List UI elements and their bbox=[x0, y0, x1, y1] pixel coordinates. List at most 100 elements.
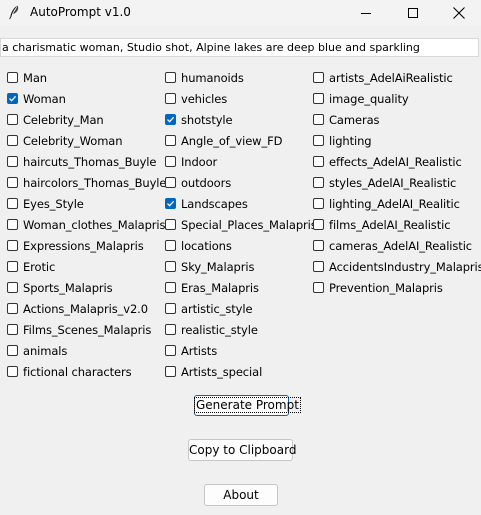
checkbox-row[interactable]: styles_AdelAI_Realistic bbox=[313, 172, 481, 193]
checkbox[interactable] bbox=[165, 345, 176, 356]
checkbox-label: cameras_AdelAI_Realistic bbox=[329, 238, 473, 253]
checkbox-row[interactable]: Actions_Malapris_v2.0 bbox=[7, 298, 166, 319]
checkbox-label: Man bbox=[23, 70, 47, 85]
checkbox-row[interactable]: AccidentsIndustry_Malapris bbox=[313, 256, 481, 277]
checkbox[interactable] bbox=[165, 303, 176, 314]
generate-prompt-label: Generate Prompt bbox=[194, 397, 301, 413]
checkbox-row[interactable]: Special_Places_Malapris bbox=[165, 214, 317, 235]
checkbox[interactable] bbox=[313, 240, 324, 251]
checkbox-row[interactable]: outdoors bbox=[165, 172, 317, 193]
checkbox-row[interactable]: Indoor bbox=[165, 151, 317, 172]
checkbox[interactable] bbox=[165, 219, 176, 230]
close-button[interactable] bbox=[436, 0, 481, 26]
checkbox-label: Cameras bbox=[329, 112, 380, 127]
checkbox-row[interactable]: effects_AdelAI_Realistic bbox=[313, 151, 481, 172]
checkbox-row[interactable]: Sports_Malapris bbox=[7, 277, 166, 298]
checkbox-row[interactable]: realistic_style bbox=[165, 319, 317, 340]
checkbox[interactable] bbox=[313, 177, 324, 188]
checkbox[interactable] bbox=[7, 240, 18, 251]
checkbox[interactable] bbox=[313, 114, 324, 125]
checkbox[interactable] bbox=[165, 93, 176, 104]
checkbox-row[interactable]: Man bbox=[7, 67, 166, 88]
checkbox[interactable] bbox=[165, 72, 176, 83]
maximize-icon bbox=[408, 8, 418, 18]
checkbox-row[interactable]: Celebrity_Woman bbox=[7, 130, 166, 151]
checkbox-row[interactable]: image_quality bbox=[313, 88, 481, 109]
checkbox[interactable] bbox=[165, 261, 176, 272]
checkbox-row[interactable]: lighting bbox=[313, 130, 481, 151]
checkbox[interactable] bbox=[165, 282, 176, 293]
checkbox[interactable] bbox=[313, 261, 324, 272]
checkbox[interactable] bbox=[313, 219, 324, 230]
checkbox[interactable] bbox=[165, 156, 176, 167]
checkbox[interactable] bbox=[313, 156, 324, 167]
checkbox[interactable] bbox=[7, 303, 18, 314]
checkbox-row[interactable]: Artists_special bbox=[165, 361, 317, 382]
checkbox[interactable] bbox=[165, 114, 176, 125]
checkbox-label: fictional characters bbox=[23, 364, 132, 379]
checkbox-row[interactable]: Films_Scenes_Malapris bbox=[7, 319, 166, 340]
checkbox[interactable] bbox=[7, 366, 18, 377]
checkbox-row[interactable]: vehicles bbox=[165, 88, 317, 109]
checkbox-row[interactable]: locations bbox=[165, 235, 317, 256]
checkbox-row[interactable]: Artists bbox=[165, 340, 317, 361]
checkbox[interactable] bbox=[7, 93, 18, 104]
checkbox[interactable] bbox=[7, 261, 18, 272]
checkbox-row[interactable]: lighting_AdelAI_Realitic bbox=[313, 193, 481, 214]
title-bar[interactable]: AutoPrompt v1.0 bbox=[0, 0, 481, 26]
checkbox[interactable] bbox=[165, 135, 176, 146]
checkbox-row[interactable]: Eyes_Style bbox=[7, 193, 166, 214]
checkbox[interactable] bbox=[7, 114, 18, 125]
prompt-output-field[interactable]: a charismatic woman, Studio shot, Alpine… bbox=[0, 38, 479, 57]
checkbox-row[interactable]: fictional characters bbox=[7, 361, 166, 382]
checkbox[interactable] bbox=[7, 135, 18, 146]
checkbox-row[interactable]: artistic_style bbox=[165, 298, 317, 319]
checkbox[interactable] bbox=[313, 282, 324, 293]
checkbox[interactable] bbox=[165, 324, 176, 335]
checkbox-row[interactable]: Prevention_Malapris bbox=[313, 277, 481, 298]
checkbox[interactable] bbox=[7, 282, 18, 293]
checkbox-row[interactable]: artists_AdelAiRealistic bbox=[313, 67, 481, 88]
checkbox[interactable] bbox=[313, 135, 324, 146]
checkbox[interactable] bbox=[313, 198, 324, 209]
maximize-button[interactable] bbox=[390, 0, 436, 26]
checkbox-row[interactable]: films_AdelAI_Realistic bbox=[313, 214, 481, 235]
minimize-icon bbox=[361, 13, 371, 14]
checkbox[interactable] bbox=[7, 72, 18, 83]
checkbox-label: haircuts_Thomas_Buyle bbox=[23, 154, 157, 169]
checkbox-row[interactable]: Woman bbox=[7, 88, 166, 109]
checkbox-row[interactable]: Celebrity_Man bbox=[7, 109, 166, 130]
checkbox-row[interactable]: haircolors_Thomas_Buyle bbox=[7, 172, 166, 193]
checkbox[interactable] bbox=[7, 219, 18, 230]
checkbox-row[interactable]: Erotic bbox=[7, 256, 166, 277]
checkbox-label: Films_Scenes_Malapris bbox=[23, 322, 152, 337]
checkbox[interactable] bbox=[165, 240, 176, 251]
about-button[interactable]: About bbox=[204, 484, 278, 506]
checkbox-row[interactable]: haircuts_Thomas_Buyle bbox=[7, 151, 166, 172]
checkbox[interactable] bbox=[165, 177, 176, 188]
checkbox[interactable] bbox=[7, 156, 18, 167]
checkbox-row[interactable]: cameras_AdelAI_Realistic bbox=[313, 235, 481, 256]
generate-prompt-button[interactable]: Generate Prompt bbox=[194, 395, 301, 416]
copy-to-clipboard-button[interactable]: Copy to Clipboard bbox=[188, 439, 296, 461]
checkbox-row[interactable]: humanoids bbox=[165, 67, 317, 88]
checkbox-row[interactable]: shotstyle bbox=[165, 109, 317, 130]
checkbox-row[interactable]: Sky_Malapris bbox=[165, 256, 317, 277]
checkbox-row[interactable]: Cameras bbox=[313, 109, 481, 130]
checkbox-row[interactable]: animals bbox=[7, 340, 166, 361]
minimize-button[interactable] bbox=[343, 0, 389, 26]
checkbox[interactable] bbox=[7, 324, 18, 335]
checkbox[interactable] bbox=[7, 345, 18, 356]
checkbox-row[interactable]: Angle_of_view_FD bbox=[165, 130, 317, 151]
checkbox-row[interactable]: Eras_Malapris bbox=[165, 277, 317, 298]
checkbox[interactable] bbox=[313, 72, 324, 83]
checkbox-row[interactable]: Expressions_Malapris bbox=[7, 235, 166, 256]
checkbox[interactable] bbox=[7, 177, 18, 188]
checkbox[interactable] bbox=[7, 198, 18, 209]
checkbox[interactable] bbox=[165, 198, 176, 209]
checkbox-row[interactable]: Landscapes bbox=[165, 193, 317, 214]
checkbox-row[interactable]: Woman_clothes_Malapris bbox=[7, 214, 166, 235]
about-label: About bbox=[223, 488, 259, 502]
checkbox[interactable] bbox=[313, 93, 324, 104]
checkbox[interactable] bbox=[165, 366, 176, 377]
